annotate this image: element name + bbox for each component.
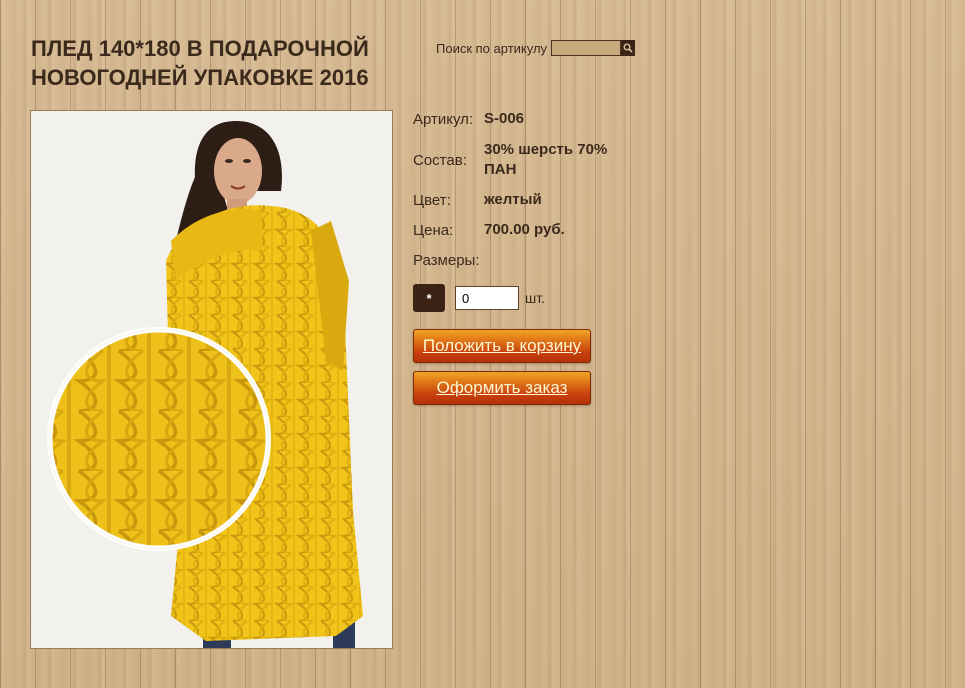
add-to-cart-button[interactable]: Положить в корзину xyxy=(413,329,591,363)
checkout-button[interactable]: Оформить заказ xyxy=(413,371,591,405)
color-row: Цвет: желтый xyxy=(413,190,643,210)
search-label: Поиск по артикулу xyxy=(436,40,548,56)
product-image xyxy=(47,121,363,648)
product-title: ПЛЕД 140*180 В ПОДАРОЧНОЙ НОВОГОДНЕЙ УПА… xyxy=(31,36,369,90)
article-row: Артикул: S-006 xyxy=(413,109,643,129)
composition-value: 30% шерсть 70% ПАН xyxy=(484,141,608,178)
article-search: Поиск по артикулу xyxy=(436,39,636,57)
sizes-row: Размеры: xyxy=(413,250,643,270)
product-photo[interactable] xyxy=(30,110,393,649)
composition-row: Состав: 30% шерсть 70% ПАН xyxy=(413,140,643,180)
quantity-selector: * шт. xyxy=(413,284,545,312)
sizes-label: Размеры: xyxy=(413,251,480,269)
quantity-input[interactable] xyxy=(455,286,519,310)
article-label: Артикул: xyxy=(413,110,474,128)
quantity-unit: шт. xyxy=(525,290,545,306)
search-button[interactable] xyxy=(621,40,636,56)
price-row: Цена: 700.00 руб. xyxy=(413,220,643,240)
product-details: Артикул: S-006 Состав: 30% шерсть 70% ПА… xyxy=(413,109,643,270)
color-value: желтый xyxy=(484,191,542,208)
price-label: Цена: xyxy=(413,221,454,239)
search-icon xyxy=(623,43,633,53)
size-option[interactable]: * xyxy=(413,284,445,312)
article-value: S-006 xyxy=(484,110,525,127)
price-value: 700.00 руб. xyxy=(484,221,565,238)
composition-label: Состав: xyxy=(413,151,467,169)
color-label: Цвет: xyxy=(413,191,451,209)
search-input[interactable] xyxy=(551,40,622,56)
